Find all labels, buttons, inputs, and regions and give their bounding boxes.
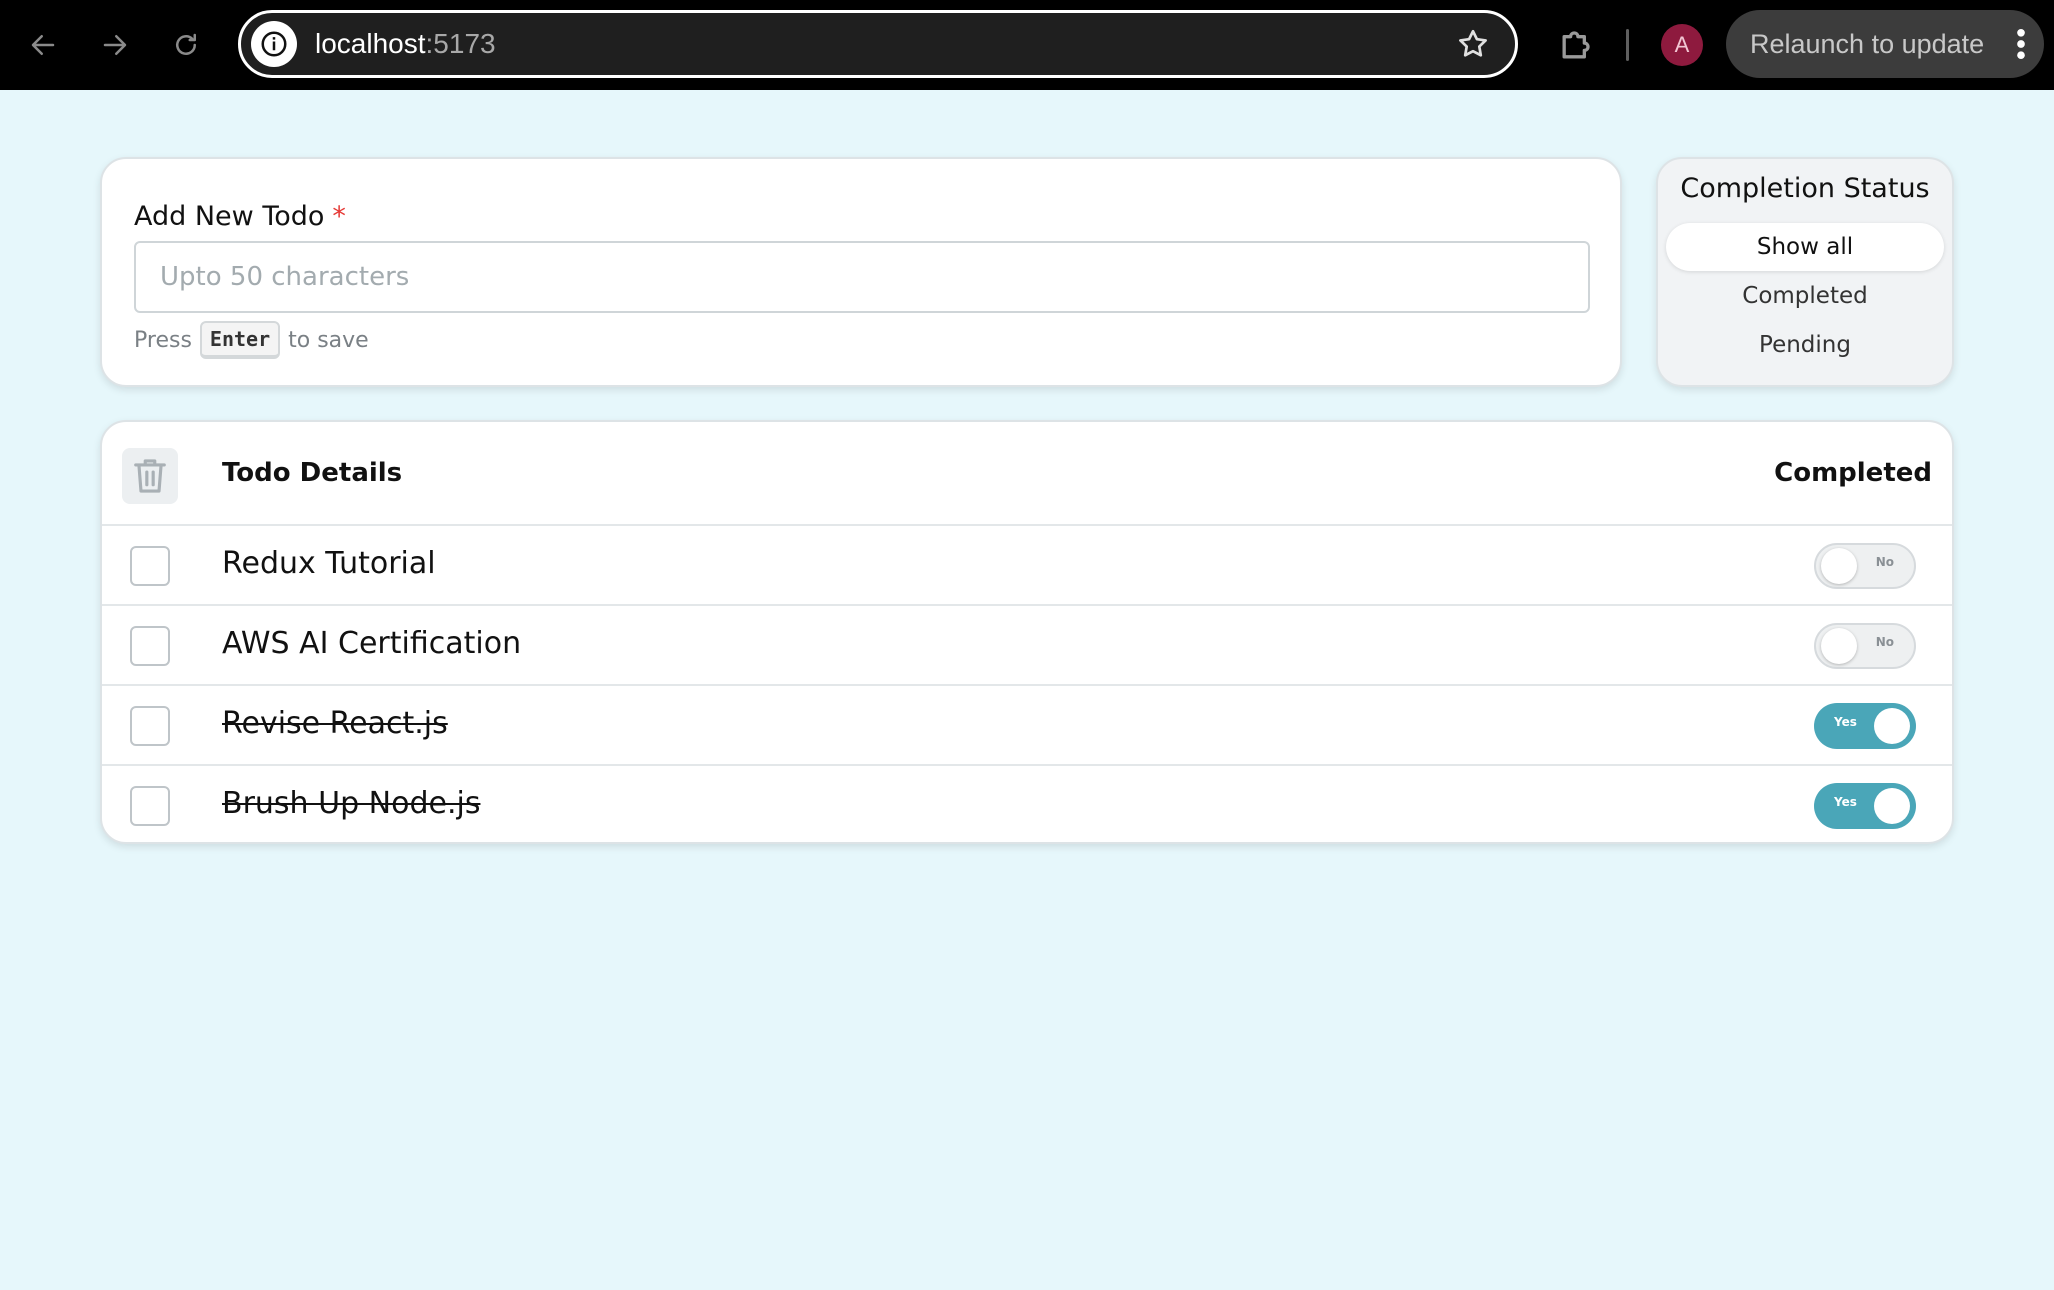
filter-completed[interactable]: Completed [1666, 272, 1944, 320]
hint-prefix: Press [134, 327, 192, 353]
relaunch-button[interactable]: Relaunch to update [1726, 10, 2044, 78]
todo-title: Revise React.js [222, 706, 448, 741]
toggle-knob [1821, 628, 1857, 664]
kebab-menu-icon[interactable] [2016, 28, 2026, 60]
toggle-knob [1874, 708, 1910, 744]
todo-select-checkbox[interactable] [130, 706, 170, 746]
todo-row: Brush Up Node.js Yes [102, 766, 1952, 842]
toggle-label: No [1875, 635, 1894, 649]
reload-button[interactable] [163, 22, 209, 68]
reload-icon [176, 33, 196, 55]
completed-toggle[interactable]: No [1814, 623, 1916, 669]
browser-toolbar: localhost:5173 A Relaunch to update [0, 0, 2054, 90]
todo-input[interactable] [134, 241, 1590, 313]
back-button[interactable] [20, 22, 66, 68]
hint-suffix: to save [288, 327, 369, 353]
toggle-knob [1874, 788, 1910, 824]
toolbar-divider [1626, 29, 1629, 61]
filter-show-all[interactable]: Show all [1666, 223, 1944, 271]
toggle-label: Yes [1834, 795, 1857, 809]
completed-toggle[interactable]: Yes [1814, 783, 1916, 829]
todo-table-header: Todo Details Completed [102, 422, 1952, 526]
filter-pending[interactable]: Pending [1666, 321, 1944, 369]
todo-title: Redux Tutorial [222, 546, 436, 581]
todo-select-checkbox[interactable] [130, 546, 170, 586]
completed-toggle[interactable]: Yes [1814, 703, 1916, 749]
profile-avatar[interactable]: A [1661, 24, 1703, 66]
address-bar[interactable]: localhost:5173 [238, 10, 1518, 78]
completed-toggle[interactable]: No [1814, 543, 1916, 589]
trash-icon [134, 459, 166, 493]
completion-status-title: Completion Status [1680, 173, 1930, 204]
todo-select-checkbox[interactable] [130, 626, 170, 666]
toggle-label: Yes [1834, 715, 1857, 729]
todo-title: Brush Up Node.js [222, 786, 481, 821]
info-icon [261, 31, 287, 57]
add-todo-label-text: Add New Todo [134, 201, 325, 232]
todo-select-checkbox[interactable] [130, 786, 170, 826]
save-hint: Press Enter to save [134, 321, 369, 359]
add-todo-label: Add New Todo * [134, 201, 346, 232]
arrow-left-icon [31, 35, 55, 55]
bookmark-star-icon[interactable] [1455, 26, 1491, 62]
column-header-completed: Completed [1774, 458, 1932, 488]
extensions-puzzle-icon[interactable] [1555, 22, 1599, 66]
toggle-label: No [1875, 555, 1894, 569]
site-info-button[interactable] [251, 21, 297, 67]
toggle-knob [1821, 548, 1857, 584]
url-port: :5173 [425, 28, 496, 59]
completion-status-card: Completion Status Show all Completed Pen… [1656, 157, 1954, 387]
enter-key-badge: Enter [199, 321, 281, 359]
todo-row: Redux Tutorial No [102, 526, 1952, 606]
delete-selected-button[interactable] [122, 448, 178, 504]
relaunch-label: Relaunch to update [1750, 28, 1985, 59]
forward-button[interactable] [92, 22, 138, 68]
todo-list-card: Todo Details Completed Redux Tutorial No… [100, 420, 1954, 844]
add-todo-card: Add New Todo* Press Enter to save [100, 157, 1622, 387]
column-header-todo-details: Todo Details [222, 458, 403, 488]
url-text: localhost:5173 [315, 28, 496, 60]
todo-title: AWS AI Certification [222, 626, 522, 661]
todo-row: Revise React.js Yes [102, 686, 1952, 766]
todo-row: AWS AI Certification No [102, 606, 1952, 686]
url-host: localhost [315, 28, 426, 59]
arrow-right-icon [103, 35, 127, 55]
required-asterisk: * [332, 201, 346, 232]
